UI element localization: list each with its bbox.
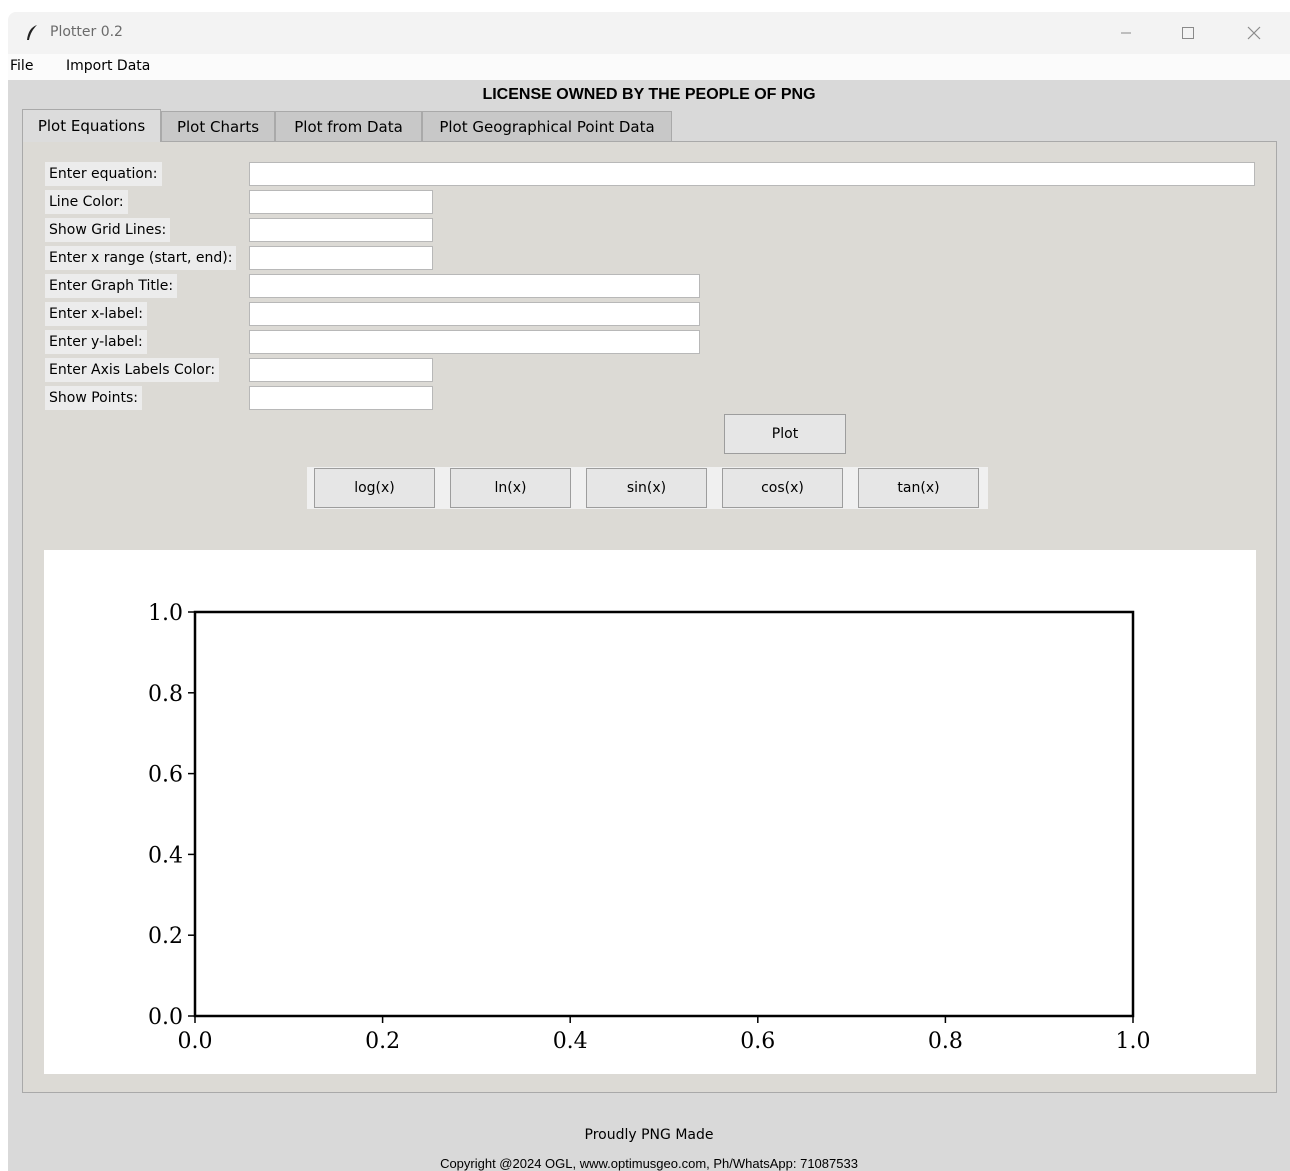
tab-plot-charts[interactable]: Plot Charts bbox=[161, 111, 275, 141]
tab-plot-from-data[interactable]: Plot from Data bbox=[275, 111, 422, 141]
x-tick-label: 0.0 bbox=[178, 1029, 213, 1054]
menu-bar: File Import Data bbox=[8, 54, 1290, 80]
tab-plot-equations[interactable]: Plot Equations bbox=[22, 109, 161, 142]
minimize-icon bbox=[1121, 32, 1131, 34]
footer-copyright: Copyright @2024 OGL, www.optimusgeo.com,… bbox=[440, 1156, 858, 1171]
window-title: Plotter 0.2 bbox=[50, 24, 123, 40]
y-tick-label: 0.2 bbox=[148, 924, 183, 949]
show-points-input[interactable] bbox=[249, 386, 433, 410]
y-tick-label: 0.6 bbox=[148, 763, 183, 788]
y-tick-label: 0.0 bbox=[148, 1005, 183, 1030]
log-button[interactable]: log(x) bbox=[314, 468, 435, 508]
plot-button[interactable]: Plot bbox=[724, 414, 846, 454]
chart-svg: 0.0 0.2 0.4 0.6 0.8 1.0 0.0 0.2 0.4 0.6 0.8 1.0 bbox=[148, 601, 1151, 1054]
label-show-points: Show Points: bbox=[45, 386, 142, 410]
client-area: LICENSE OWNED BY THE PEOPLE OF PNG Plot … bbox=[8, 80, 1290, 1171]
maximize-icon bbox=[1182, 27, 1194, 39]
x-tick-label: 0.4 bbox=[553, 1029, 588, 1054]
close-button[interactable] bbox=[1222, 12, 1286, 54]
graph-title-input[interactable] bbox=[249, 274, 700, 298]
feather-icon bbox=[27, 25, 37, 40]
label-x-label: Enter x-label: bbox=[45, 302, 147, 326]
label-x-range: Enter x range (start, end): bbox=[45, 246, 237, 270]
sin-button[interactable]: sin(x) bbox=[586, 468, 707, 508]
footer-tagline: Proudly PNG Made bbox=[584, 1127, 714, 1143]
ln-button[interactable]: ln(x) bbox=[450, 468, 571, 508]
x-range-input[interactable] bbox=[249, 246, 433, 270]
x-tick-label: 0.8 bbox=[928, 1029, 963, 1054]
label-graph-title: Enter Graph Title: bbox=[45, 274, 178, 298]
minimize-button[interactable] bbox=[1094, 12, 1158, 54]
x-tick-label: 0.2 bbox=[365, 1029, 400, 1054]
label-line-color: Line Color: bbox=[45, 190, 128, 214]
license-banner: LICENSE OWNED BY THE PEOPLE OF PNG bbox=[482, 86, 816, 103]
cos-button[interactable]: cos(x) bbox=[722, 468, 843, 508]
label-axis-labels-color: Enter Axis Labels Color: bbox=[45, 358, 220, 382]
axis-labels-color-input[interactable] bbox=[249, 358, 433, 382]
tab-plot-geographical-point-data[interactable]: Plot Geographical Point Data bbox=[422, 111, 672, 141]
function-button-bar: log(x) ln(x) sin(x) cos(x) tan(x) bbox=[307, 467, 988, 509]
maximize-button[interactable] bbox=[1156, 12, 1220, 54]
x-tick-label: 1.0 bbox=[1116, 1029, 1151, 1054]
label-y-label: Enter y-label: bbox=[45, 330, 147, 354]
y-tick-label: 0.8 bbox=[148, 682, 183, 707]
menu-import-data[interactable]: Import Data bbox=[66, 58, 150, 74]
y-tick-label: 0.4 bbox=[148, 843, 183, 868]
close-icon bbox=[1247, 26, 1261, 40]
plot-canvas[interactable]: 0.0 0.2 0.4 0.6 0.8 1.0 0.0 0.2 0.4 0.6 0.8 1.0 bbox=[44, 550, 1256, 1074]
show-grid-lines-input[interactable] bbox=[249, 218, 433, 242]
tan-button[interactable]: tan(x) bbox=[858, 468, 979, 508]
line-color-input[interactable] bbox=[249, 190, 433, 214]
axes-frame bbox=[193, 610, 1135, 1018]
menu-file[interactable]: File bbox=[10, 58, 33, 74]
label-equation: Enter equation: bbox=[45, 162, 162, 186]
x-label-input[interactable] bbox=[249, 302, 700, 326]
y-tick-label: 1.0 bbox=[148, 601, 183, 626]
equation-input[interactable] bbox=[249, 162, 1255, 186]
label-show-grid-lines: Show Grid Lines: bbox=[45, 218, 171, 242]
title-bar: Plotter 0.2 bbox=[8, 12, 1290, 54]
y-label-input[interactable] bbox=[249, 330, 700, 354]
x-tick-label: 0.6 bbox=[740, 1029, 775, 1054]
equation-form: Enter equation: Line Color: Show Grid Li… bbox=[44, 160, 1256, 520]
